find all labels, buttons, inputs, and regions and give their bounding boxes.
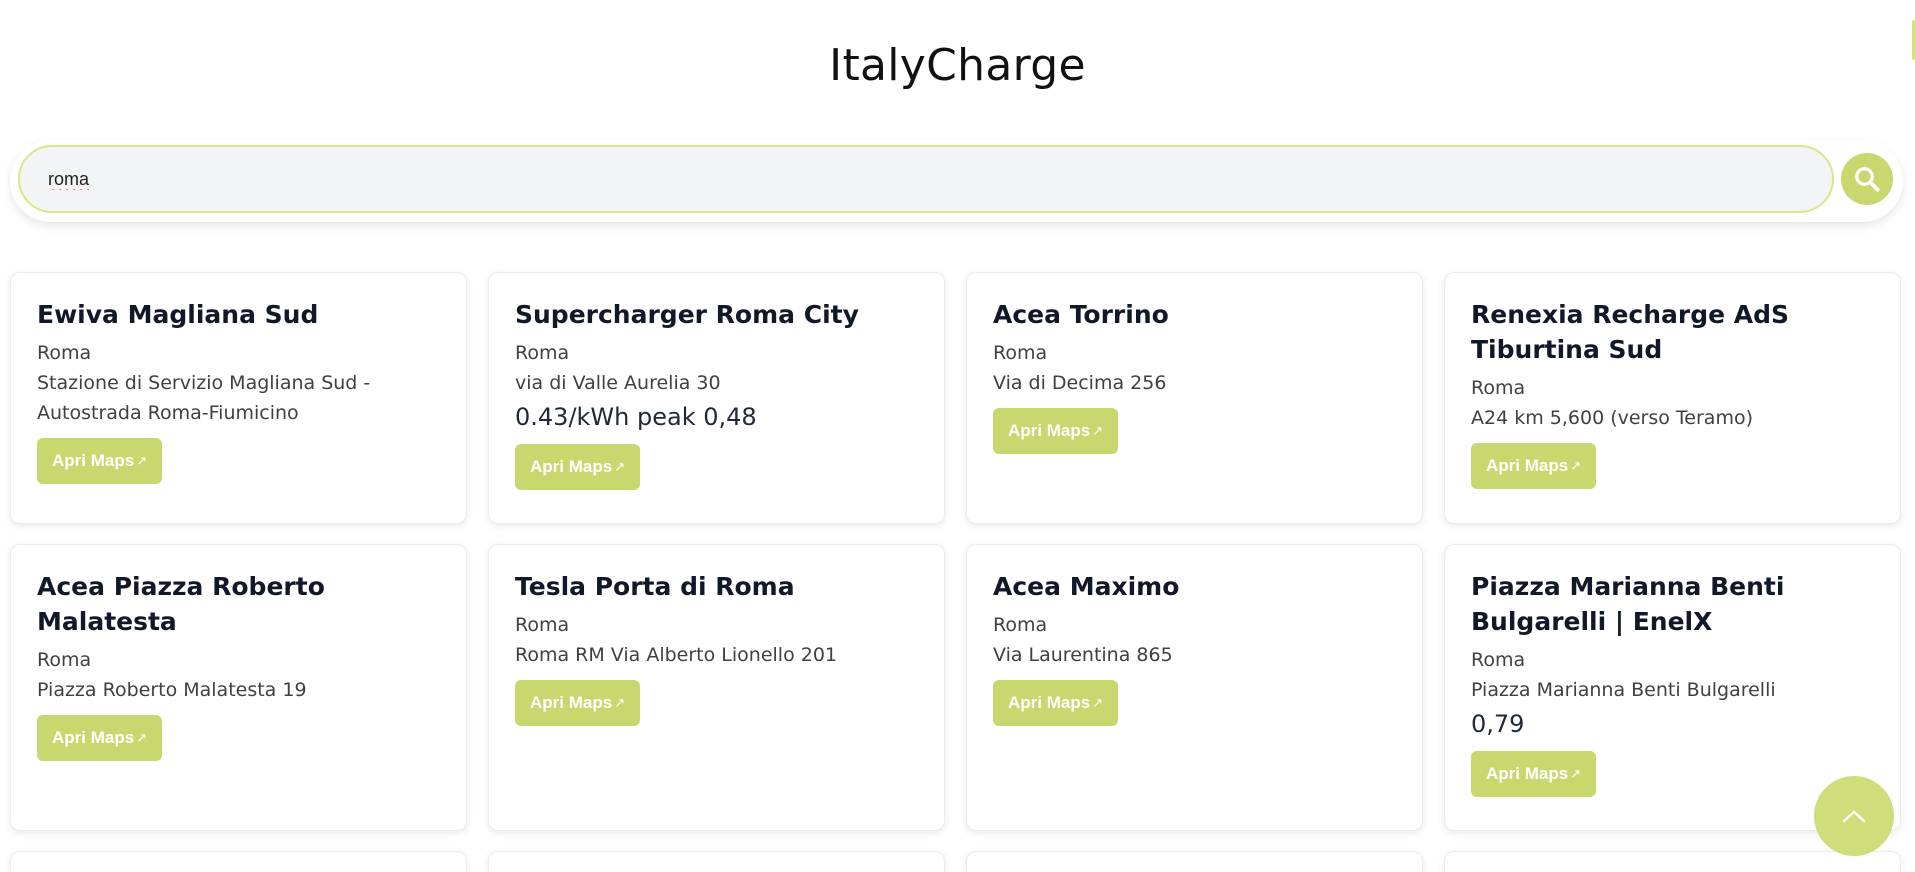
station-card — [966, 851, 1423, 872]
open-maps-label: Apri Maps — [1008, 693, 1091, 712]
station-city: Roma — [515, 614, 570, 636]
station-price: 0.43/kWh peak 0,48 — [515, 403, 757, 431]
external-link-icon: ↗ — [1570, 458, 1582, 473]
station-address: A24 km 5,600 (verso Teramo) — [1471, 407, 1753, 429]
search-bar — [10, 140, 1903, 222]
station-card: Acea Maximo Roma Via Laurentina 865 Apri… — [966, 544, 1423, 831]
open-maps-button[interactable]: Apri Maps ↗ — [993, 408, 1119, 454]
station-card: Supercharger Roma City Roma via di Valle… — [488, 272, 945, 524]
scroll-to-top-button[interactable] — [1814, 776, 1894, 856]
station-card: Acea Piazza Roberto Malatesta Roma Piazz… — [10, 544, 467, 831]
open-maps-label: Apri Maps — [530, 457, 613, 476]
open-maps-button[interactable]: Apri Maps ↗ — [993, 680, 1119, 726]
station-card — [1444, 851, 1901, 872]
station-name: Acea Piazza Roberto Malatesta — [37, 572, 325, 636]
station-name: Piazza Marianna Benti Bulgarelli | EnelX — [1471, 572, 1785, 636]
open-maps-button[interactable]: Apri Maps ↗ — [37, 438, 163, 484]
station-address: Stazione di Servizio Magliana Sud - Auto… — [37, 372, 371, 424]
page: ItalyCharge Ewiva Magliana Sud Roma Staz… — [0, 0, 1915, 872]
station-address: Piazza Roberto Malatesta 19 — [37, 679, 307, 701]
station-city: Roma — [515, 342, 570, 364]
external-link-icon: ↗ — [136, 730, 148, 745]
open-maps-label: Apri Maps — [52, 728, 135, 747]
station-card: Renexia Recharge AdS Tiburtina Sud Roma … — [1444, 272, 1901, 524]
app-title: ItalyCharge — [829, 40, 1086, 91]
station-card: Tesla Porta di Roma Roma Roma RM Via Alb… — [488, 544, 945, 831]
station-card — [488, 851, 945, 872]
open-maps-label: Apri Maps — [1486, 456, 1569, 475]
station-address: Piazza Marianna Benti Bulgarelli — [1471, 679, 1776, 701]
station-address: Roma RM Via Alberto Lionello 201 — [515, 644, 837, 666]
station-city: Roma — [1471, 377, 1526, 399]
search-button[interactable] — [1841, 153, 1893, 205]
open-maps-label: Apri Maps — [52, 451, 135, 470]
open-maps-button[interactable]: Apri Maps ↗ — [515, 444, 641, 490]
station-name: Supercharger Roma City — [515, 300, 859, 329]
open-maps-button[interactable]: Apri Maps ↗ — [1471, 443, 1597, 489]
station-city: Roma — [37, 649, 92, 671]
station-price: 0,79 — [1471, 710, 1525, 738]
external-link-icon: ↗ — [1092, 423, 1104, 438]
search-icon — [1855, 167, 1880, 192]
station-card: Acea Torrino Roma Via di Decima 256 Apri… — [966, 272, 1423, 524]
station-card — [10, 851, 467, 872]
station-city: Roma — [993, 342, 1048, 364]
station-name: Renexia Recharge AdS Tiburtina Sud — [1471, 300, 1790, 364]
station-city: Roma — [37, 342, 92, 364]
station-city: Roma — [1471, 649, 1526, 671]
station-name: Acea Maximo — [993, 572, 1180, 601]
external-link-icon: ↗ — [1570, 766, 1582, 781]
station-name: Tesla Porta di Roma — [515, 572, 795, 601]
external-link-icon: ↗ — [1092, 695, 1104, 710]
external-link-icon: ↗ — [614, 459, 626, 474]
open-maps-button[interactable]: Apri Maps ↗ — [37, 715, 163, 761]
station-address: Via di Decima 256 — [993, 372, 1167, 394]
open-maps-button[interactable]: Apri Maps ↗ — [1471, 751, 1597, 797]
external-link-icon: ↗ — [136, 453, 148, 468]
open-maps-button[interactable]: Apri Maps ↗ — [515, 680, 641, 726]
search-input[interactable] — [18, 145, 1834, 213]
open-maps-label: Apri Maps — [1486, 764, 1569, 783]
open-maps-label: Apri Maps — [1008, 421, 1091, 440]
external-link-icon: ↗ — [614, 695, 626, 710]
chevron-up-icon — [1842, 810, 1866, 823]
station-name: Acea Torrino — [993, 300, 1169, 329]
station-city: Roma — [993, 614, 1048, 636]
station-name: Ewiva Magliana Sud — [37, 300, 319, 329]
open-maps-label: Apri Maps — [530, 693, 613, 712]
station-address: Via Laurentina 865 — [993, 644, 1173, 666]
station-card: Ewiva Magliana Sud Roma Stazione di Serv… — [10, 272, 467, 524]
station-address: via di Valle Aurelia 30 — [515, 372, 721, 394]
